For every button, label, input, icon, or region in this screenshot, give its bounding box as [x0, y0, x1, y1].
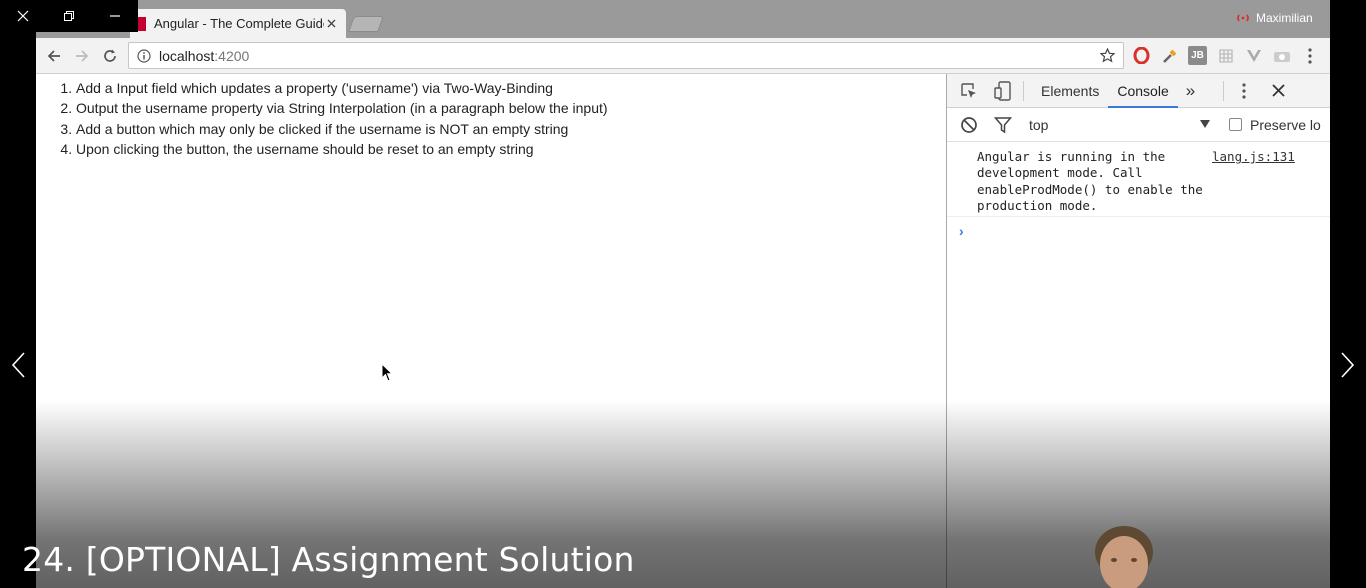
- close-devtools-icon[interactable]: [1266, 79, 1290, 103]
- jb-label: JB: [1191, 50, 1204, 61]
- url-port: :4200: [214, 47, 250, 64]
- incognito-icon: [1237, 14, 1249, 22]
- minimize-icon[interactable]: [92, 0, 138, 32]
- reload-button[interactable]: [100, 46, 120, 66]
- dropdown-arrow-icon[interactable]: [1199, 116, 1211, 134]
- chevron-right-icon: [1341, 352, 1355, 378]
- task-item: Add a Input field which updates a proper…: [76, 78, 946, 98]
- console-toolbar: top Preserve lo: [947, 108, 1330, 142]
- bookmark-star-icon[interactable]: [1100, 48, 1115, 63]
- console-message-text: Angular is running in the development mo…: [977, 149, 1203, 213]
- mouse-cursor-icon: [381, 362, 394, 388]
- opera-icon[interactable]: [1132, 46, 1151, 65]
- angular-favicon-icon: [138, 16, 146, 31]
- close-icon[interactable]: [0, 0, 46, 32]
- browser-tab[interactable]: Angular - The Complete Guide: [130, 9, 346, 38]
- arrow-right-icon: [76, 50, 89, 62]
- tab-close-icon[interactable]: [324, 17, 338, 31]
- console-message: Angular is running in the development mo…: [947, 142, 1330, 218]
- devtools-tab-bar: Elements Console »: [947, 74, 1330, 108]
- task-item: Add a button which may only be clicked i…: [76, 119, 946, 139]
- browser-toolbar: localhost:4200 JB: [36, 38, 1330, 74]
- forward-button[interactable]: [72, 46, 92, 66]
- url-host: localhost: [159, 47, 215, 64]
- preserve-log-label: Preserve lo: [1250, 116, 1321, 133]
- address-bar[interactable]: localhost:4200: [128, 42, 1124, 69]
- profile-name: Maximilian: [1256, 11, 1313, 25]
- assignment-task-list: Add a Input field which updates a proper…: [76, 78, 946, 160]
- back-button[interactable]: [44, 46, 64, 66]
- context-selector[interactable]: top: [1029, 117, 1199, 133]
- preserve-log-checkbox[interactable]: [1229, 118, 1242, 131]
- camera-icon[interactable]: [1272, 46, 1291, 65]
- eyedropper-icon[interactable]: [1160, 46, 1179, 65]
- info-icon[interactable]: [137, 48, 151, 63]
- next-video-button[interactable]: [1330, 345, 1366, 385]
- divider: [1223, 80, 1225, 101]
- extensions-row: JB: [1132, 46, 1319, 65]
- device-toolbar-icon[interactable]: [991, 79, 1015, 103]
- arrow-left-icon: [47, 50, 60, 62]
- page-viewport: Add a Input field which updates a proper…: [36, 74, 946, 588]
- tab-title: Angular - The Complete Guide: [154, 16, 324, 31]
- console-source-link[interactable]: lang.js:131: [1212, 149, 1295, 214]
- grid-icon[interactable]: [1216, 46, 1235, 65]
- devtools-panel: Elements Console » top Preserve lo Angul…: [946, 74, 1330, 588]
- window-controls: [0, 0, 138, 32]
- lecture-title: 24. [OPTIONAL] Assignment Solution: [22, 540, 635, 579]
- tab-elements[interactable]: Elements: [1032, 74, 1108, 108]
- reload-icon: [104, 49, 116, 62]
- tab-console[interactable]: Console: [1108, 74, 1178, 108]
- browser-window: Angular - The Complete Guide Maximilian …: [36, 0, 1330, 588]
- devtools-menu-icon[interactable]: [1232, 79, 1256, 103]
- instructor-webcam: [1086, 524, 1162, 588]
- tab-strip: Angular - The Complete Guide Maximilian: [36, 0, 1330, 38]
- divider: [1023, 80, 1024, 101]
- new-tab-button[interactable]: [348, 16, 384, 32]
- browser-menu-icon[interactable]: [1300, 46, 1319, 65]
- console-prompt[interactable]: ›: [947, 217, 1330, 239]
- clear-console-icon[interactable]: [957, 113, 981, 137]
- vue-icon[interactable]: [1244, 46, 1263, 65]
- task-item: Output the username property via String …: [76, 98, 946, 118]
- previous-video-button[interactable]: [0, 345, 36, 385]
- filter-icon[interactable]: [991, 113, 1015, 137]
- preserve-log-option[interactable]: Preserve lo: [1229, 117, 1321, 133]
- jb-extension-icon[interactable]: JB: [1188, 46, 1207, 65]
- restore-icon[interactable]: [46, 0, 92, 32]
- more-tabs-icon[interactable]: »: [1178, 74, 1203, 108]
- task-item: Upon clicking the button, the username s…: [76, 139, 946, 159]
- profile-button[interactable]: Maximilian: [1236, 11, 1313, 25]
- inspect-element-icon[interactable]: [957, 79, 981, 103]
- chevron-left-icon: [11, 352, 25, 378]
